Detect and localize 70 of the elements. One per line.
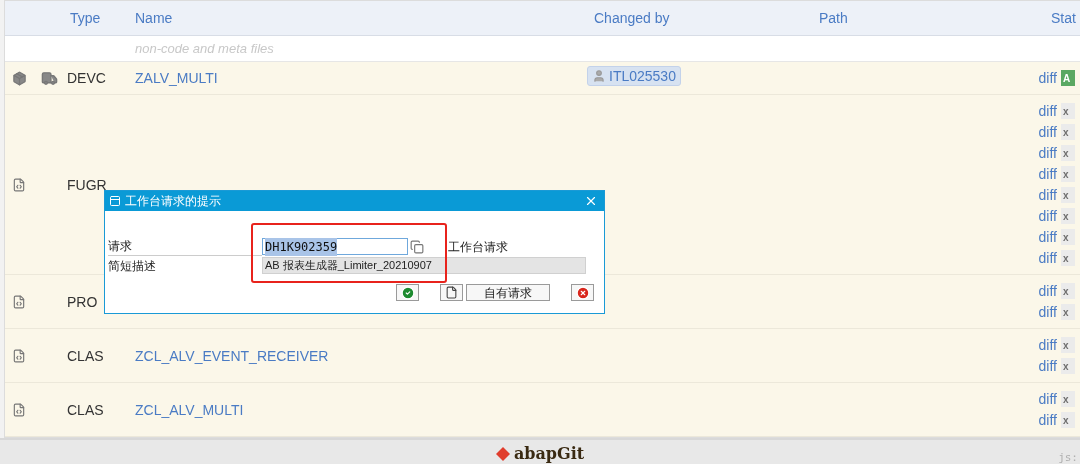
diff-link[interactable]: diff bbox=[1027, 301, 1057, 323]
user-icon bbox=[592, 69, 606, 83]
column-header: Stat bbox=[1051, 8, 1076, 28]
status-badge: x bbox=[1061, 283, 1075, 299]
object-type: FUGR bbox=[67, 176, 107, 193]
diff-link[interactable]: diff bbox=[1027, 226, 1057, 248]
status-badge: x bbox=[1061, 166, 1075, 182]
cancel-button[interactable] bbox=[571, 284, 594, 301]
status-badge: x bbox=[1061, 103, 1075, 119]
own-requests-button[interactable]: 自有请求 bbox=[466, 284, 550, 301]
field-suffix: 工作台请求 bbox=[448, 238, 508, 256]
diff-link[interactable]: diff bbox=[1027, 409, 1057, 431]
object-name-link[interactable]: ZCL_ALV_EVENT_RECEIVER bbox=[135, 347, 329, 364]
code-file-icon bbox=[12, 348, 26, 363]
status-badge: x bbox=[1061, 337, 1075, 353]
status-badge: A bbox=[1061, 70, 1075, 86]
object-name-link[interactable]: ZCL_ALV_MULTI bbox=[135, 401, 244, 418]
status-badge: x bbox=[1061, 304, 1075, 320]
diff-link[interactable]: diff bbox=[1027, 142, 1057, 164]
diff-link[interactable]: diff bbox=[1027, 355, 1057, 377]
code-file-icon bbox=[12, 402, 26, 417]
package-icon bbox=[11, 70, 27, 86]
document-icon bbox=[445, 286, 458, 299]
column-header: Changed by bbox=[594, 8, 671, 28]
status-badge: x bbox=[1061, 208, 1075, 224]
status-badge: x bbox=[1061, 124, 1075, 140]
diff-link[interactable]: diff bbox=[1027, 280, 1057, 302]
status-badge: x bbox=[1061, 187, 1075, 203]
lookup-icon[interactable] bbox=[410, 239, 424, 254]
user-badge[interactable]: ITL025530 bbox=[587, 66, 681, 86]
field-label: 简短描述 bbox=[108, 257, 157, 275]
code-file-icon bbox=[12, 294, 26, 309]
window-icon bbox=[109, 195, 121, 207]
diff-link[interactable]: diff bbox=[1027, 247, 1057, 269]
diff-link[interactable]: diff bbox=[1027, 100, 1057, 122]
column-header: Type bbox=[70, 8, 102, 28]
column-header: Path bbox=[819, 8, 849, 28]
confirm-button[interactable] bbox=[396, 284, 419, 301]
status-badge: x bbox=[1061, 145, 1075, 161]
check-icon bbox=[400, 285, 415, 300]
diff-link[interactable]: diff bbox=[1027, 184, 1057, 206]
object-type: CLAS bbox=[67, 401, 104, 418]
diff-link[interactable]: diff bbox=[1027, 163, 1057, 185]
close-icon[interactable] bbox=[584, 194, 598, 208]
description-field: AB 报表生成器_Limiter_20210907 bbox=[262, 257, 586, 274]
status-badge: x bbox=[1061, 250, 1075, 266]
status-badge: x bbox=[1061, 391, 1075, 407]
new-request-button[interactable] bbox=[440, 284, 463, 301]
dialog-title: 工作台请求的提示 bbox=[125, 193, 222, 210]
status-badge: x bbox=[1061, 358, 1075, 374]
truck-icon bbox=[40, 69, 58, 87]
column-header: Name bbox=[135, 8, 174, 28]
app-logo-text: abapGit bbox=[513, 443, 585, 464]
object-type: PRO bbox=[67, 293, 98, 310]
footer-hint: js: bbox=[1058, 449, 1078, 464]
diff-link[interactable]: diff bbox=[1027, 67, 1057, 89]
status-badge: x bbox=[1061, 412, 1075, 428]
diff-link[interactable]: diff bbox=[1027, 334, 1057, 356]
object-name-link[interactable]: ZALV_MULTI bbox=[135, 70, 218, 86]
object-type: DEVC bbox=[67, 70, 106, 86]
diff-link[interactable]: diff bbox=[1027, 121, 1057, 143]
status-badge: x bbox=[1061, 229, 1075, 245]
diff-link[interactable]: diff bbox=[1027, 388, 1057, 410]
request-field[interactable]: DH1K902359 bbox=[262, 238, 408, 255]
object-type: CLAS bbox=[67, 347, 104, 364]
diff-link[interactable]: diff bbox=[1027, 205, 1057, 227]
cancel-icon bbox=[575, 285, 590, 300]
code-file-icon bbox=[12, 177, 26, 192]
field-label: 请求 bbox=[108, 237, 262, 256]
git-logo-icon bbox=[495, 447, 510, 461]
